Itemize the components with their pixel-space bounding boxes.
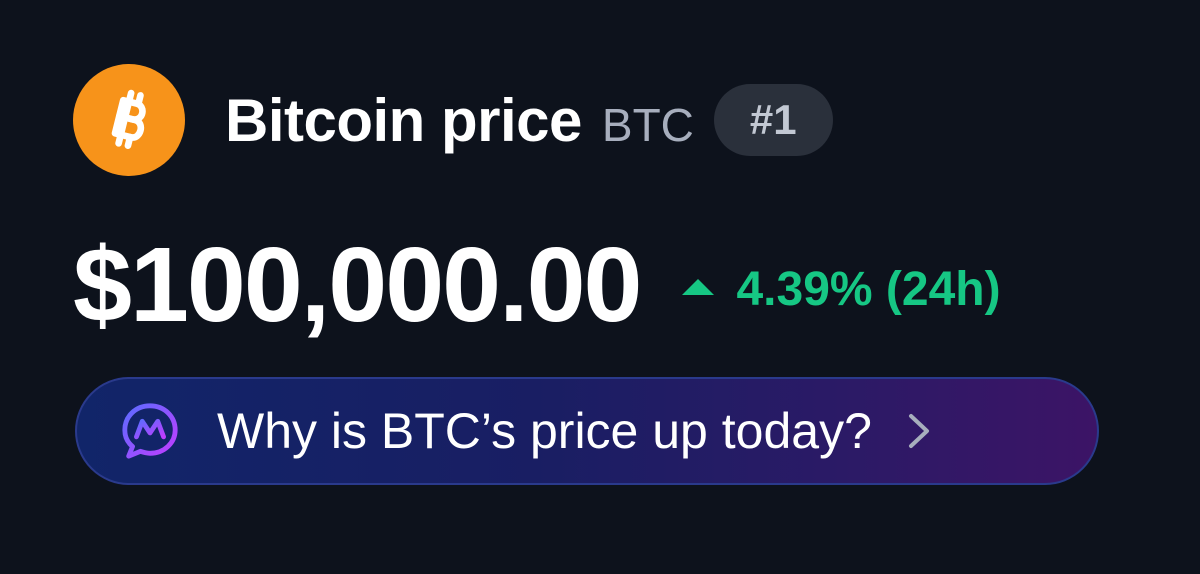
- bitcoin-icon: [73, 64, 185, 176]
- price-value: $100,000.00: [73, 225, 642, 344]
- ai-insight-text: Why is BTC’s price up today?: [217, 403, 872, 459]
- price-change-value: 4.39% (24h): [736, 262, 1001, 316]
- rank-badge: #1: [713, 84, 833, 156]
- price-row: $100,000.00 4.39% (24h): [73, 226, 1001, 344]
- coin-title: Bitcoin price: [225, 86, 582, 154]
- ai-chat-icon: [122, 403, 178, 459]
- chevron-right-icon: [908, 414, 929, 448]
- ai-insight-button[interactable]: Why is BTC’s price up today?: [75, 377, 1099, 485]
- price-change: 4.39% (24h): [682, 262, 1001, 317]
- coin-header: Bitcoin price BTC #1: [73, 64, 833, 176]
- caret-up-icon: [682, 279, 715, 295]
- coin-symbol: BTC: [601, 99, 694, 151]
